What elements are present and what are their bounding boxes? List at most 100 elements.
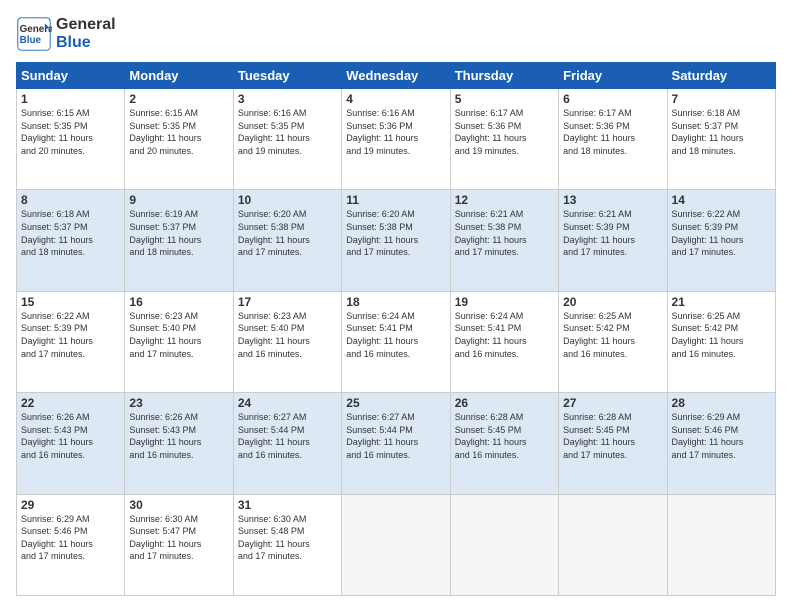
calendar-day-cell: 17Sunrise: 6:23 AMSunset: 5:40 PMDayligh…: [233, 291, 341, 392]
calendar-day-cell: 29Sunrise: 6:29 AMSunset: 5:46 PMDayligh…: [17, 494, 125, 595]
header: General Blue General Blue: [16, 16, 776, 52]
day-info: Sunrise: 6:20 AMSunset: 5:38 PMDaylight:…: [238, 208, 337, 258]
calendar-day-cell: 24Sunrise: 6:27 AMSunset: 5:44 PMDayligh…: [233, 393, 341, 494]
calendar-header-row: SundayMondayTuesdayWednesdayThursdayFrid…: [17, 63, 776, 89]
day-number: 19: [455, 295, 554, 309]
day-info: Sunrise: 6:16 AMSunset: 5:35 PMDaylight:…: [238, 107, 337, 157]
calendar-day-cell: 7Sunrise: 6:18 AMSunset: 5:37 PMDaylight…: [667, 89, 775, 190]
weekday-header: Monday: [125, 63, 233, 89]
day-number: 5: [455, 92, 554, 106]
weekday-header: Tuesday: [233, 63, 341, 89]
day-info: Sunrise: 6:15 AMSunset: 5:35 PMDaylight:…: [129, 107, 228, 157]
calendar-week-row: 15Sunrise: 6:22 AMSunset: 5:39 PMDayligh…: [17, 291, 776, 392]
calendar-day-cell: [559, 494, 667, 595]
day-info: Sunrise: 6:21 AMSunset: 5:39 PMDaylight:…: [563, 208, 662, 258]
day-number: 23: [129, 396, 228, 410]
calendar-day-cell: 26Sunrise: 6:28 AMSunset: 5:45 PMDayligh…: [450, 393, 558, 494]
day-number: 1: [21, 92, 120, 106]
day-number: 29: [21, 498, 120, 512]
calendar-day-cell: 9Sunrise: 6:19 AMSunset: 5:37 PMDaylight…: [125, 190, 233, 291]
calendar-day-cell: 20Sunrise: 6:25 AMSunset: 5:42 PMDayligh…: [559, 291, 667, 392]
calendar-day-cell: 21Sunrise: 6:25 AMSunset: 5:42 PMDayligh…: [667, 291, 775, 392]
day-info: Sunrise: 6:27 AMSunset: 5:44 PMDaylight:…: [238, 411, 337, 461]
calendar-day-cell: 11Sunrise: 6:20 AMSunset: 5:38 PMDayligh…: [342, 190, 450, 291]
calendar-day-cell: 2Sunrise: 6:15 AMSunset: 5:35 PMDaylight…: [125, 89, 233, 190]
calendar-day-cell: 28Sunrise: 6:29 AMSunset: 5:46 PMDayligh…: [667, 393, 775, 494]
day-info: Sunrise: 6:26 AMSunset: 5:43 PMDaylight:…: [21, 411, 120, 461]
logo-text-line1: General: [56, 16, 116, 34]
day-info: Sunrise: 6:25 AMSunset: 5:42 PMDaylight:…: [563, 310, 662, 360]
logo-text-line2: Blue: [56, 34, 116, 52]
svg-text:Blue: Blue: [20, 35, 42, 46]
calendar-table: SundayMondayTuesdayWednesdayThursdayFrid…: [16, 62, 776, 596]
day-number: 28: [672, 396, 771, 410]
day-number: 17: [238, 295, 337, 309]
day-info: Sunrise: 6:21 AMSunset: 5:38 PMDaylight:…: [455, 208, 554, 258]
day-number: 6: [563, 92, 662, 106]
day-info: Sunrise: 6:22 AMSunset: 5:39 PMDaylight:…: [672, 208, 771, 258]
day-info: Sunrise: 6:17 AMSunset: 5:36 PMDaylight:…: [563, 107, 662, 157]
day-info: Sunrise: 6:24 AMSunset: 5:41 PMDaylight:…: [346, 310, 445, 360]
calendar-day-cell: 25Sunrise: 6:27 AMSunset: 5:44 PMDayligh…: [342, 393, 450, 494]
day-info: Sunrise: 6:15 AMSunset: 5:35 PMDaylight:…: [21, 107, 120, 157]
day-info: Sunrise: 6:18 AMSunset: 5:37 PMDaylight:…: [672, 107, 771, 157]
calendar-day-cell: 6Sunrise: 6:17 AMSunset: 5:36 PMDaylight…: [559, 89, 667, 190]
calendar-day-cell: 16Sunrise: 6:23 AMSunset: 5:40 PMDayligh…: [125, 291, 233, 392]
calendar-day-cell: 14Sunrise: 6:22 AMSunset: 5:39 PMDayligh…: [667, 190, 775, 291]
day-info: Sunrise: 6:30 AMSunset: 5:48 PMDaylight:…: [238, 513, 337, 563]
day-info: Sunrise: 6:27 AMSunset: 5:44 PMDaylight:…: [346, 411, 445, 461]
day-number: 16: [129, 295, 228, 309]
day-info: Sunrise: 6:30 AMSunset: 5:47 PMDaylight:…: [129, 513, 228, 563]
weekday-header: Thursday: [450, 63, 558, 89]
day-number: 9: [129, 193, 228, 207]
day-info: Sunrise: 6:22 AMSunset: 5:39 PMDaylight:…: [21, 310, 120, 360]
calendar-day-cell: 27Sunrise: 6:28 AMSunset: 5:45 PMDayligh…: [559, 393, 667, 494]
calendar-day-cell: 12Sunrise: 6:21 AMSunset: 5:38 PMDayligh…: [450, 190, 558, 291]
day-number: 27: [563, 396, 662, 410]
calendar-day-cell: [667, 494, 775, 595]
calendar-day-cell: 30Sunrise: 6:30 AMSunset: 5:47 PMDayligh…: [125, 494, 233, 595]
calendar-day-cell: 8Sunrise: 6:18 AMSunset: 5:37 PMDaylight…: [17, 190, 125, 291]
page: General Blue General Blue SundayMondayTu…: [0, 0, 792, 612]
day-info: Sunrise: 6:16 AMSunset: 5:36 PMDaylight:…: [346, 107, 445, 157]
day-info: Sunrise: 6:20 AMSunset: 5:38 PMDaylight:…: [346, 208, 445, 258]
calendar-week-row: 1Sunrise: 6:15 AMSunset: 5:35 PMDaylight…: [17, 89, 776, 190]
calendar-day-cell: [450, 494, 558, 595]
day-info: Sunrise: 6:23 AMSunset: 5:40 PMDaylight:…: [238, 310, 337, 360]
day-number: 2: [129, 92, 228, 106]
day-info: Sunrise: 6:19 AMSunset: 5:37 PMDaylight:…: [129, 208, 228, 258]
calendar-day-cell: 10Sunrise: 6:20 AMSunset: 5:38 PMDayligh…: [233, 190, 341, 291]
weekday-header: Friday: [559, 63, 667, 89]
calendar-day-cell: 19Sunrise: 6:24 AMSunset: 5:41 PMDayligh…: [450, 291, 558, 392]
day-number: 7: [672, 92, 771, 106]
day-number: 18: [346, 295, 445, 309]
day-number: 30: [129, 498, 228, 512]
day-info: Sunrise: 6:18 AMSunset: 5:37 PMDaylight:…: [21, 208, 120, 258]
day-number: 21: [672, 295, 771, 309]
calendar-day-cell: 5Sunrise: 6:17 AMSunset: 5:36 PMDaylight…: [450, 89, 558, 190]
day-number: 22: [21, 396, 120, 410]
calendar-week-row: 29Sunrise: 6:29 AMSunset: 5:46 PMDayligh…: [17, 494, 776, 595]
day-number: 20: [563, 295, 662, 309]
calendar-day-cell: 15Sunrise: 6:22 AMSunset: 5:39 PMDayligh…: [17, 291, 125, 392]
day-number: 11: [346, 193, 445, 207]
logo: General Blue General Blue: [16, 16, 116, 52]
day-number: 24: [238, 396, 337, 410]
day-info: Sunrise: 6:26 AMSunset: 5:43 PMDaylight:…: [129, 411, 228, 461]
calendar-day-cell: 4Sunrise: 6:16 AMSunset: 5:36 PMDaylight…: [342, 89, 450, 190]
weekday-header: Saturday: [667, 63, 775, 89]
day-number: 25: [346, 396, 445, 410]
weekday-header: Sunday: [17, 63, 125, 89]
calendar-day-cell: 1Sunrise: 6:15 AMSunset: 5:35 PMDaylight…: [17, 89, 125, 190]
calendar-day-cell: 3Sunrise: 6:16 AMSunset: 5:35 PMDaylight…: [233, 89, 341, 190]
day-number: 15: [21, 295, 120, 309]
day-number: 10: [238, 193, 337, 207]
weekday-header: Wednesday: [342, 63, 450, 89]
day-info: Sunrise: 6:23 AMSunset: 5:40 PMDaylight:…: [129, 310, 228, 360]
day-number: 3: [238, 92, 337, 106]
calendar-day-cell: 31Sunrise: 6:30 AMSunset: 5:48 PMDayligh…: [233, 494, 341, 595]
calendar-day-cell: [342, 494, 450, 595]
day-number: 4: [346, 92, 445, 106]
day-number: 8: [21, 193, 120, 207]
day-info: Sunrise: 6:24 AMSunset: 5:41 PMDaylight:…: [455, 310, 554, 360]
